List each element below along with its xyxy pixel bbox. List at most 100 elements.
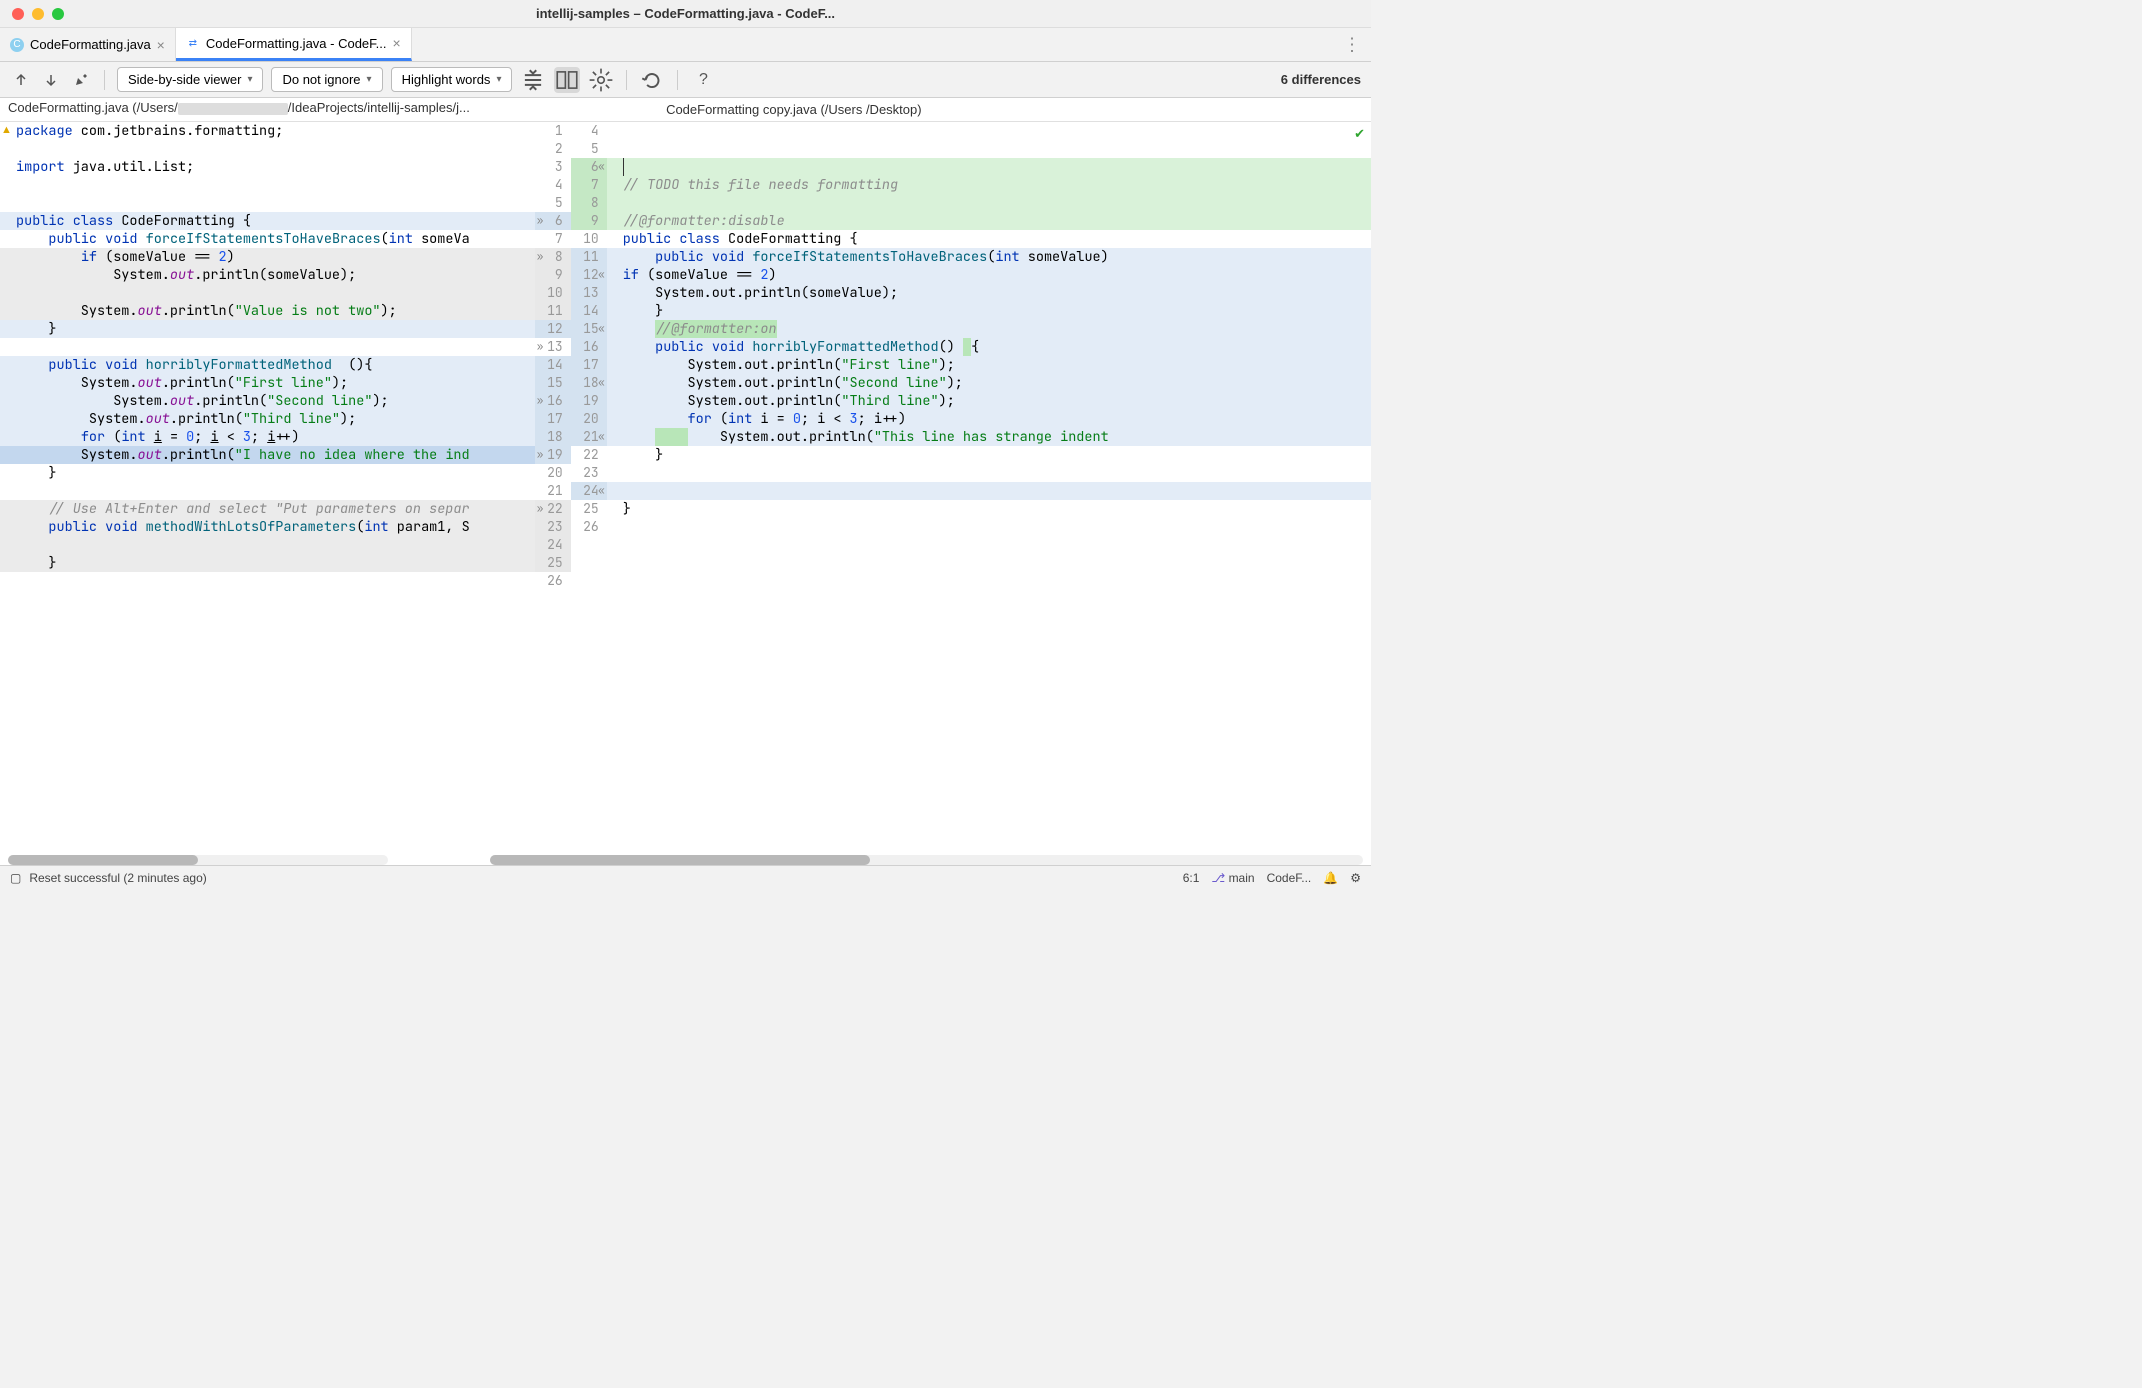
line-number[interactable]: 17	[571, 356, 607, 374]
close-tab-icon[interactable]: ×	[393, 35, 401, 51]
code-line[interactable]: System.out.println("Third line");	[607, 392, 1371, 410]
code-line[interactable]: }	[607, 302, 1371, 320]
code-line[interactable]: System.out.println(someValue);	[0, 266, 535, 284]
line-number[interactable]: 21	[535, 482, 571, 500]
line-number[interactable]: 4	[535, 176, 571, 194]
line-number[interactable]: 19	[571, 392, 607, 410]
code-line[interactable]: // Use Alt+Enter and select "Put paramet…	[0, 500, 535, 518]
line-number[interactable]: 2	[535, 140, 571, 158]
line-number[interactable]: 14	[571, 302, 607, 320]
next-diff-button[interactable]	[40, 69, 62, 91]
code-line[interactable]: System.out.println("Value is not two");	[0, 302, 535, 320]
line-number[interactable]: 12	[535, 320, 571, 338]
code-line[interactable]: System.out.println("Second line");	[0, 392, 535, 410]
diff-chevron-icon[interactable]: «	[598, 320, 605, 338]
code-line[interactable]: if (someValue == 2)	[607, 266, 1371, 284]
code-line[interactable]: System.out.println("Second line");	[607, 374, 1371, 392]
line-number[interactable]: 26	[535, 572, 571, 590]
line-number[interactable]: 1	[535, 122, 571, 140]
code-line[interactable]: package com.jetbrains.formatting;	[0, 122, 535, 140]
sync-scroll-button[interactable]	[554, 67, 580, 93]
notifications-icon[interactable]: 🔔	[1323, 871, 1338, 885]
line-number[interactable]: 23	[535, 518, 571, 536]
refresh-button[interactable]	[639, 67, 665, 93]
code-line[interactable]	[607, 194, 1371, 212]
code-line[interactable]: public class CodeFormatting {	[607, 230, 1371, 248]
line-number[interactable]: 23	[571, 464, 607, 482]
code-line[interactable]: System.out.println("I have no idea where…	[0, 446, 535, 464]
code-line[interactable]: }	[0, 554, 535, 572]
line-number[interactable]: 16	[571, 338, 607, 356]
line-number[interactable]: 25	[535, 554, 571, 572]
line-number[interactable]: 24«	[571, 482, 607, 500]
right-gutter[interactable]: 456«789101112«131415«161718«192021«22232…	[571, 122, 607, 865]
line-number[interactable]: 7	[535, 230, 571, 248]
line-number[interactable]: 6«	[571, 158, 607, 176]
tool-window-icon[interactable]: ▢	[10, 871, 21, 885]
left-scrollbar[interactable]	[8, 855, 388, 865]
line-number[interactable]: 16»	[535, 392, 571, 410]
diff-chevron-icon[interactable]: «	[598, 158, 605, 176]
line-number[interactable]: 14	[535, 356, 571, 374]
code-line[interactable]	[607, 464, 1371, 482]
line-number[interactable]: 5	[535, 194, 571, 212]
code-line[interactable]	[0, 572, 535, 590]
code-line[interactable]	[607, 122, 1371, 140]
left-code-pane[interactable]: package com.jetbrains.formatting; import …	[0, 122, 535, 865]
diff-chevron-icon[interactable]: »	[537, 392, 544, 410]
code-line[interactable]	[607, 140, 1371, 158]
line-number[interactable]: 10	[535, 284, 571, 302]
prev-diff-button[interactable]	[10, 69, 32, 91]
code-line[interactable]: System.out.println("First line");	[0, 374, 535, 392]
viewer-mode-dropdown[interactable]: Side-by-side viewer	[117, 67, 263, 92]
line-number[interactable]: 8	[571, 194, 607, 212]
code-line[interactable]: public class CodeFormatting {	[0, 212, 535, 230]
code-line[interactable]: public void methodWithLotsOfParameters(i…	[0, 518, 535, 536]
line-number[interactable]: 3	[535, 158, 571, 176]
right-code-pane[interactable]: // TODO this file needs formatting //@for…	[607, 122, 1371, 865]
line-number[interactable]: 15«	[571, 320, 607, 338]
edit-source-button[interactable]	[70, 69, 92, 91]
line-number[interactable]: 8»	[535, 248, 571, 266]
code-line[interactable]: }	[0, 320, 535, 338]
line-number[interactable]: 13	[571, 284, 607, 302]
line-number[interactable]: 18«	[571, 374, 607, 392]
line-number[interactable]: 25	[571, 500, 607, 518]
line-number[interactable]: 11	[535, 302, 571, 320]
line-number[interactable]: 13»	[535, 338, 571, 356]
line-number[interactable]: 12«	[571, 266, 607, 284]
diff-chevron-icon[interactable]: «	[598, 428, 605, 446]
code-line[interactable]	[0, 482, 535, 500]
code-line[interactable]: System.out.println(someValue);	[607, 284, 1371, 302]
tab-codeformatting[interactable]: C CodeFormatting.java ×	[0, 28, 176, 61]
line-number[interactable]: 6»	[535, 212, 571, 230]
line-number[interactable]: 19»	[535, 446, 571, 464]
code-line[interactable]: public void forceIfStatementsToHaveBrace…	[0, 230, 535, 248]
settings-button[interactable]	[588, 67, 614, 93]
code-line[interactable]: }	[607, 500, 1371, 518]
code-line[interactable]	[0, 194, 535, 212]
code-line[interactable]: System.out.println("Third line");	[0, 410, 535, 428]
tab-diff-codeformatting[interactable]: ⇄ CodeFormatting.java - CodeF... ×	[176, 28, 412, 61]
close-window-button[interactable]	[12, 8, 24, 20]
code-line[interactable]	[607, 158, 1371, 176]
line-number[interactable]: 18	[535, 428, 571, 446]
code-line[interactable]: // TODO this file needs formatting	[607, 176, 1371, 194]
code-line[interactable]	[0, 140, 535, 158]
diff-chevron-icon[interactable]: «	[598, 482, 605, 500]
tabs-menu-icon[interactable]: ⋮	[1343, 34, 1361, 55]
line-number[interactable]: 17	[535, 410, 571, 428]
code-line[interactable]	[0, 536, 535, 554]
line-number[interactable]: 9	[571, 212, 607, 230]
line-number[interactable]: 5	[571, 140, 607, 158]
code-line[interactable]: //@formatter:on	[607, 320, 1371, 338]
diff-chevron-icon[interactable]: «	[598, 374, 605, 392]
code-line[interactable]: public void horriblyFormattedMethod() {	[607, 338, 1371, 356]
code-line[interactable]: System.out.println("This line has strang…	[607, 428, 1371, 446]
code-line[interactable]: for (int i = 0; i < 3; i++)	[0, 428, 535, 446]
status-extra[interactable]: CodeF...	[1267, 871, 1312, 885]
ide-settings-icon[interactable]: ⚙	[1350, 871, 1361, 885]
code-line[interactable]: import java.util.List;	[0, 158, 535, 176]
code-line[interactable]: public void horriblyFormattedMethod (){	[0, 356, 535, 374]
highlight-mode-dropdown[interactable]: Highlight words	[391, 67, 513, 92]
